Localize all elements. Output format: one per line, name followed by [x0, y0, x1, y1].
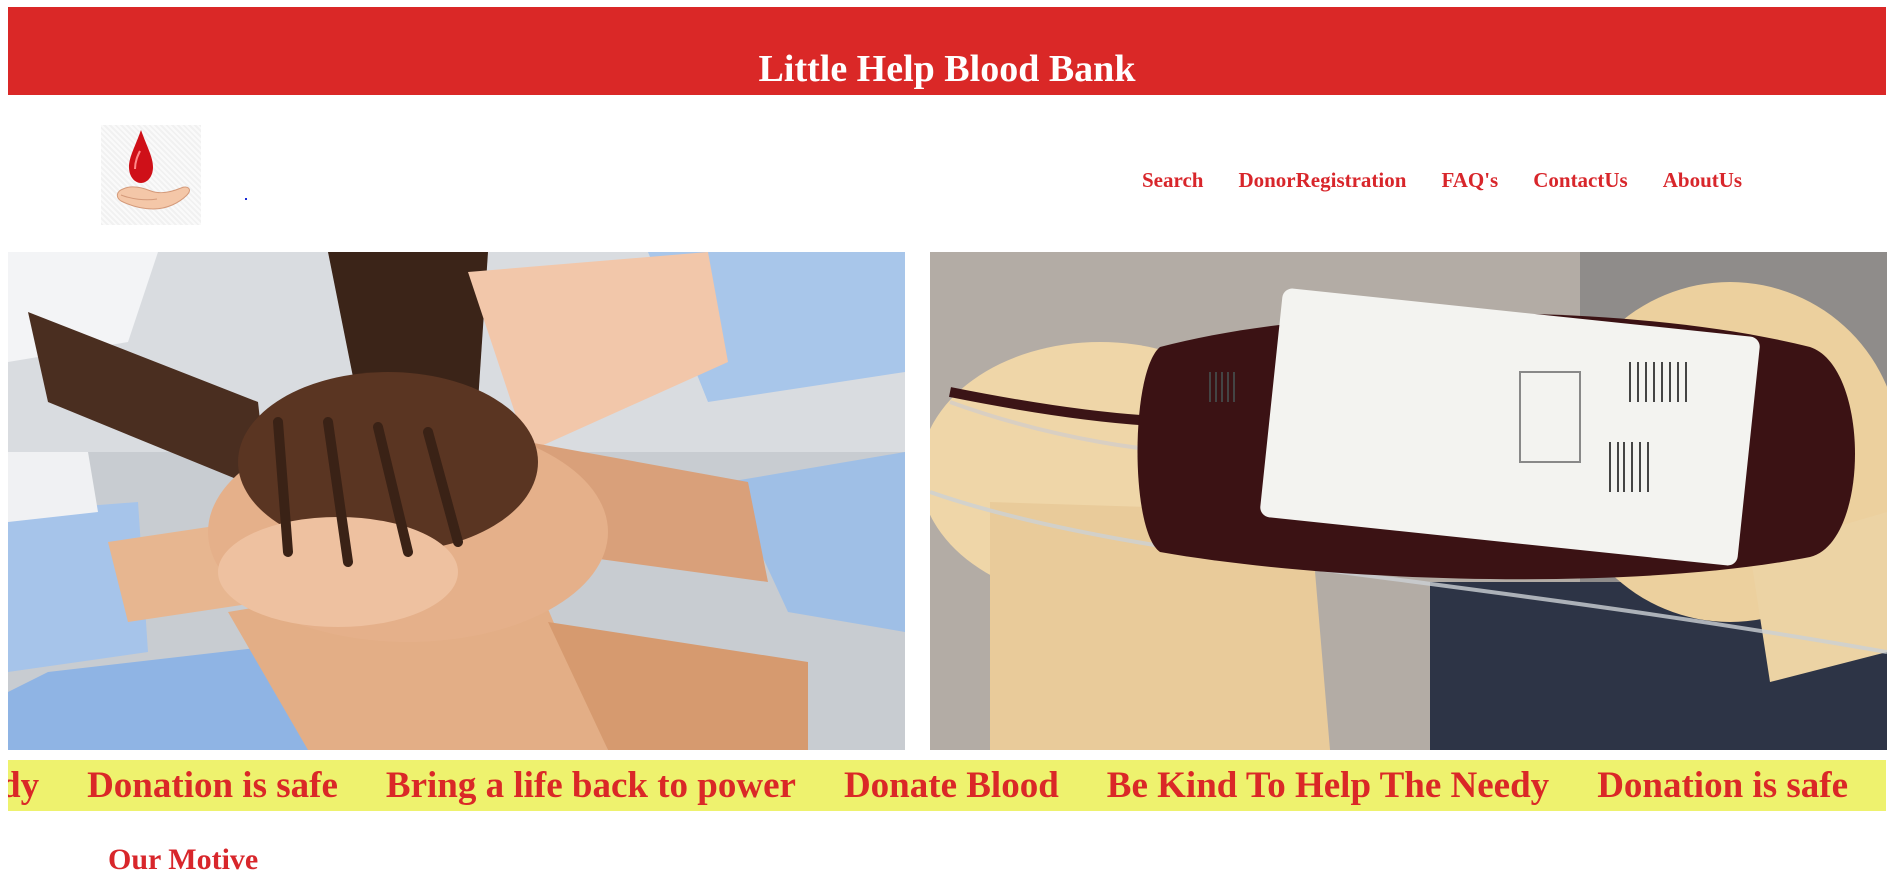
announcement-ticker: dy Donation is safe Bring a life back to…	[8, 760, 1886, 811]
logo[interactable]	[101, 125, 201, 225]
ticker-track: dy Donation is safe Bring a life back to…	[8, 760, 1886, 811]
site-title: Little Help Blood Bank	[758, 48, 1136, 90]
site-header: Little Help Blood Bank	[8, 7, 1886, 95]
logo-link[interactable]	[245, 198, 247, 200]
section-title-our-motive: Our Motive	[108, 843, 259, 876]
nav-search[interactable]: Search	[1142, 168, 1203, 193]
blood-bag-photo	[930, 252, 1887, 750]
main-nav: Search DonorRegistration FAQ's ContactUs…	[1142, 164, 1782, 196]
nav-contact-us[interactable]: ContactUs	[1533, 168, 1628, 193]
nav-faqs[interactable]: FAQ's	[1441, 168, 1498, 193]
ticker-item: Bring a life back to power	[385, 765, 796, 806]
ticker-item: Donate Blood	[843, 765, 1059, 806]
stacked-hands-photo	[8, 252, 905, 750]
ticker-item: dy	[8, 765, 40, 806]
ticker-item: Donation is safe	[87, 765, 338, 806]
ticker-item: Donation is safe	[1597, 765, 1848, 806]
nav-about-us[interactable]: AboutUs	[1663, 168, 1742, 193]
nav-donor-registration[interactable]: DonorRegistration	[1238, 168, 1406, 193]
blood-drop-hand-icon	[116, 130, 190, 210]
ticker-item: Be Kind To Help The Needy	[1106, 765, 1550, 806]
